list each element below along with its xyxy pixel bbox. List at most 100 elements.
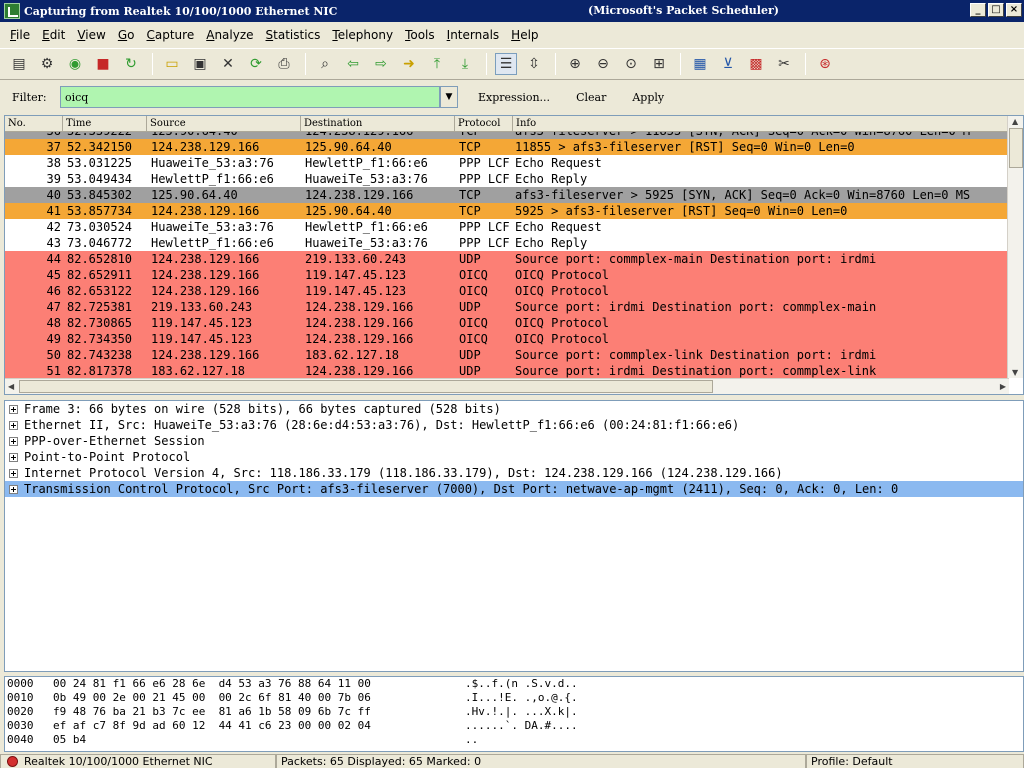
capture-status-icon[interactable]: [7, 756, 18, 767]
go-last-icon[interactable]: ⤓: [454, 53, 476, 75]
packet-row[interactable]: 45 82.652911 124.238.129.166 119.147.45.123…: [5, 267, 1009, 283]
hex-offset[interactable]: 0020: [5, 705, 53, 719]
capture-filters-icon[interactable]: ▦: [689, 53, 711, 75]
print-icon[interactable]: ⎙: [273, 53, 295, 75]
zoom-out-icon[interactable]: ⊖: [592, 53, 614, 75]
expand-plus-icon[interactable]: [9, 420, 18, 430]
clear-button[interactable]: Clear: [570, 91, 612, 104]
stop-capture-icon[interactable]: ■: [92, 53, 114, 75]
hex-offset[interactable]: 0040: [5, 733, 53, 747]
scroll-thumb[interactable]: [19, 380, 713, 393]
packet-row[interactable]: 37 52.342150 124.238.129.166 125.90.64.40 TC…: [5, 139, 1009, 155]
column-header-time[interactable]: Time: [63, 116, 147, 131]
packet-row[interactable]: 38 53.031225 HuaweiTe_53:a3:76 HewlettP_f1:…: [5, 155, 1009, 171]
expand-plus-icon[interactable]: [9, 452, 18, 462]
packet-row[interactable]: 40 53.845302 125.90.64.40 124.238.129.166 TC…: [5, 187, 1009, 203]
scroll-left-icon[interactable]: ◀: [8, 382, 14, 391]
packet-row[interactable]: 42 73.030524 HuaweiTe_53:a3:76 HewlettP_f1:…: [5, 219, 1009, 235]
close-file-icon[interactable]: ✕: [217, 53, 239, 75]
hex-bytes[interactable]: 0b 49 00 2e 00 21 45 00 00 2c 6f 81 40 0…: [53, 691, 465, 705]
expand-plus-icon[interactable]: [9, 484, 18, 494]
scroll-right-icon[interactable]: ▶: [1000, 382, 1006, 391]
go-back-icon[interactable]: ⇦: [342, 53, 364, 75]
detail-tree-item[interactable]: Internet Protocol Version 4, Src: 118.18…: [5, 465, 1023, 481]
chevron-down-icon[interactable]: ▼: [440, 86, 458, 108]
hex-ascii[interactable]: .I...!E. .,o.@.{.: [465, 691, 665, 705]
menu-view[interactable]: View: [71, 28, 111, 42]
open-file-icon[interactable]: ▭: [161, 53, 183, 75]
packet-row[interactable]: 41 53.857734 124.238.129.166 125.90.64.40 TC…: [5, 203, 1009, 219]
packet-row[interactable]: 47 82.725381 219.133.60.243 124.238.129.166…: [5, 299, 1009, 315]
minimize-icon[interactable]: _: [970, 3, 986, 17]
hex-ascii[interactable]: .$..f.(n .S.v.d..: [465, 677, 665, 691]
coloring-rules-icon[interactable]: ▩: [745, 53, 767, 75]
packet-row[interactable]: 49 82.734350 119.147.45.123 124.238.129.166…: [5, 331, 1009, 347]
packet-row[interactable]: 46 82.653122 124.238.129.166 119.147.45.123…: [5, 283, 1009, 299]
hex-bytes[interactable]: 00 24 81 f1 66 e6 28 6e d4 53 a3 76 88 6…: [53, 677, 465, 691]
go-first-icon[interactable]: ⤒: [426, 53, 448, 75]
preferences-icon[interactable]: ✂: [773, 53, 795, 75]
display-filter-input[interactable]: [60, 86, 440, 108]
display-filters-icon[interactable]: ⊻: [717, 53, 739, 75]
packet-row[interactable]: 44 82.652810 124.238.129.166 219.133.60.243…: [5, 251, 1009, 267]
menu-capture[interactable]: Capture: [140, 28, 200, 42]
hex-offset[interactable]: 0010: [5, 691, 53, 705]
menu-telephony[interactable]: Telephony: [326, 28, 399, 42]
packet-row[interactable]: 43 73.046772 HewlettP_f1:66:e6 HuaweiTe_53:…: [5, 235, 1009, 251]
hex-offset[interactable]: 0000: [5, 677, 53, 691]
reload-icon[interactable]: ⟳: [245, 53, 267, 75]
detail-tree-item[interactable]: Ethernet II, Src: HuaweiTe_53:a3:76 (28:…: [5, 417, 1023, 433]
hex-bytes[interactable]: 05 b4: [53, 733, 465, 747]
find-packet-icon[interactable]: ⌕: [314, 53, 336, 75]
auto-scroll-icon[interactable]: ⇳: [523, 53, 545, 75]
detail-tree-item[interactable]: Frame 3: 66 bytes on wire (528 bits), 66…: [5, 401, 1023, 417]
menu-edit[interactable]: Edit: [36, 28, 71, 42]
hex-ascii[interactable]: .Hv.!.|. ...X.k|.: [465, 705, 665, 719]
detail-tree-item[interactable]: Point-to-Point Protocol: [5, 449, 1023, 465]
packet-list-hscrollbar[interactable]: ◀ ▶: [5, 378, 1009, 394]
column-header-info[interactable]: Info: [513, 116, 1009, 131]
restart-capture-icon[interactable]: ↻: [120, 53, 142, 75]
menu-analyze[interactable]: Analyze: [200, 28, 259, 42]
maximize-icon[interactable]: □: [988, 3, 1004, 17]
menu-statistics[interactable]: Statistics: [260, 28, 327, 42]
go-forward-icon[interactable]: ⇨: [370, 53, 392, 75]
column-header-no[interactable]: No.: [5, 116, 63, 131]
start-capture-icon[interactable]: ◉: [64, 53, 86, 75]
status-profile[interactable]: Profile: Default: [806, 754, 1024, 768]
hex-ascii[interactable]: ......`. DA.#....: [465, 719, 665, 733]
menu-file[interactable]: File: [4, 28, 36, 42]
detail-tree-item[interactable]: Transmission Control Protocol, Src Port:…: [5, 481, 1023, 497]
interface-list-icon[interactable]: ▤: [8, 53, 30, 75]
expand-plus-icon[interactable]: [9, 436, 18, 446]
expand-plus-icon[interactable]: [9, 468, 18, 478]
zoom-in-icon[interactable]: ⊕: [564, 53, 586, 75]
expression-button[interactable]: Expression...: [472, 91, 556, 104]
scroll-up-icon[interactable]: ▲: [1012, 117, 1018, 126]
column-header-source[interactable]: Source: [147, 116, 301, 131]
hex-offset[interactable]: 0030: [5, 719, 53, 733]
capture-options-icon[interactable]: ⚙: [36, 53, 58, 75]
help-icon[interactable]: ⊛: [814, 53, 836, 75]
menu-help[interactable]: Help: [505, 28, 544, 42]
column-header-destination[interactable]: Destination: [301, 116, 455, 131]
packet-row[interactable]: 50 82.743238 124.238.129.166 183.62.127.18 U…: [5, 347, 1009, 363]
resize-columns-icon[interactable]: ⊞: [648, 53, 670, 75]
scroll-thumb[interactable]: [1009, 128, 1023, 168]
packet-list-vscrollbar[interactable]: ▲ ▼: [1007, 116, 1023, 378]
normal-size-icon[interactable]: ⊙: [620, 53, 642, 75]
scroll-down-icon[interactable]: ▼: [1012, 368, 1018, 377]
hex-bytes[interactable]: ef af c7 8f 9d ad 60 12 44 41 c6 23 00 0…: [53, 719, 465, 733]
detail-tree-item[interactable]: PPP-over-Ethernet Session: [5, 433, 1023, 449]
hex-ascii[interactable]: ..: [465, 733, 665, 747]
go-to-packet-icon[interactable]: ➜: [398, 53, 420, 75]
packet-row[interactable]: 48 82.730865 119.147.45.123 124.238.129.166…: [5, 315, 1009, 331]
expand-plus-icon[interactable]: [9, 404, 18, 414]
save-file-icon[interactable]: ▣: [189, 53, 211, 75]
hex-bytes[interactable]: f9 48 76 ba 21 b3 7c ee 81 a6 1b 58 09 6…: [53, 705, 465, 719]
column-header-protocol[interactable]: Protocol: [455, 116, 513, 131]
menu-go[interactable]: Go: [112, 28, 141, 42]
close-icon[interactable]: ×: [1006, 3, 1022, 17]
menu-internals[interactable]: Internals: [441, 28, 506, 42]
packet-row[interactable]: 39 53.049434 HewlettP_f1:66:e6 HuaweiTe_53:…: [5, 171, 1009, 187]
